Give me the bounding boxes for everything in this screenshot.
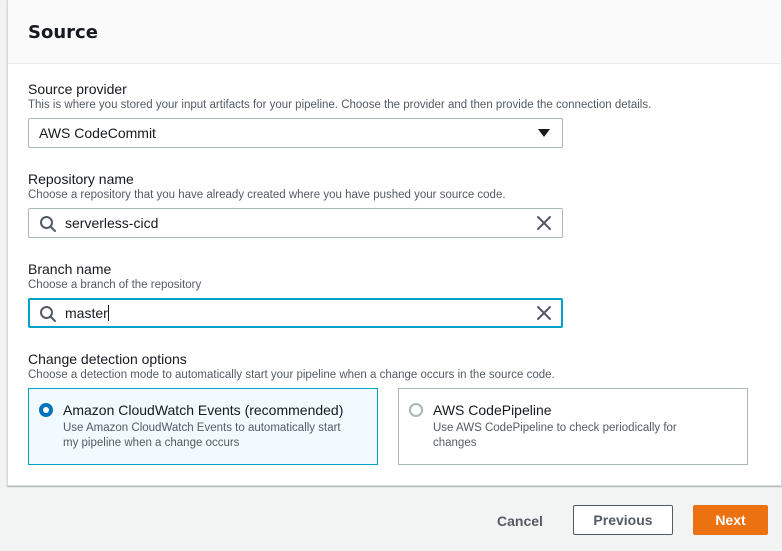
option-description-line: changes [433, 437, 477, 449]
source-panel: Source Source provider This is where you… [7, 0, 782, 486]
option-codepipeline[interactable]: AWS CodePipeline Use AWS CodePipeline to… [398, 388, 748, 465]
option-title: Amazon CloudWatch Events (recommended) [63, 402, 344, 418]
branch-name-value: master [65, 305, 108, 321]
radio-checked-icon[interactable] [39, 403, 53, 417]
option-description: Use Amazon CloudWatch Events to automati… [63, 421, 341, 451]
previous-button[interactable]: Previous [573, 505, 673, 535]
search-icon [40, 306, 56, 322]
repository-name-field: Repository name Choose a repository that… [28, 170, 506, 203]
search-icon [40, 216, 56, 232]
option-description-line: Use Amazon CloudWatch Events to automati… [63, 422, 341, 434]
repository-name-description: Choose a repository that you have alread… [28, 189, 506, 201]
branch-name-input[interactable]: master [28, 298, 563, 328]
panel-title: Source [28, 22, 98, 43]
text-cursor [107, 305, 109, 321]
next-button[interactable]: Next [693, 505, 768, 535]
branch-name-label: Branch name [28, 261, 112, 277]
source-provider-value: AWS CodeCommit [39, 125, 156, 141]
branch-name-field: Branch name Choose a branch of the repos… [28, 260, 201, 293]
repository-name-value: serverless-cicd [65, 215, 159, 231]
repository-name-label: Repository name [28, 171, 134, 187]
option-cloudwatch-events[interactable]: Amazon CloudWatch Events (recommended) U… [28, 388, 378, 465]
option-description: Use AWS CodePipeline to check periodical… [433, 421, 677, 451]
source-provider-description: This is where you stored your input arti… [28, 99, 652, 111]
cancel-button[interactable]: Cancel [482, 507, 558, 535]
source-provider-field: Source provider This is where you stored… [28, 80, 651, 113]
branch-name-value-wrap: master [65, 305, 109, 321]
close-icon[interactable] [536, 305, 552, 321]
caret-down-icon [538, 129, 550, 137]
panel-header: Source [8, 0, 781, 64]
radio-unchecked-icon[interactable] [409, 403, 423, 417]
source-provider-label: Source provider [28, 81, 127, 97]
change-detection-label: Change detection options [28, 351, 187, 367]
branch-name-description: Choose a branch of the repository [28, 279, 202, 291]
option-description-line: Use AWS CodePipeline to check periodical… [433, 422, 677, 434]
repository-name-input[interactable]: serverless-cicd [28, 208, 563, 238]
change-detection-field: Change detection options Choose a detect… [28, 350, 555, 383]
source-provider-select[interactable]: AWS CodeCommit [28, 118, 563, 148]
close-icon[interactable] [536, 215, 552, 231]
option-title: AWS CodePipeline [433, 402, 552, 418]
change-detection-description: Choose a detection mode to automatically… [28, 369, 555, 381]
option-description-line: my pipeline when a change occurs [63, 437, 240, 449]
